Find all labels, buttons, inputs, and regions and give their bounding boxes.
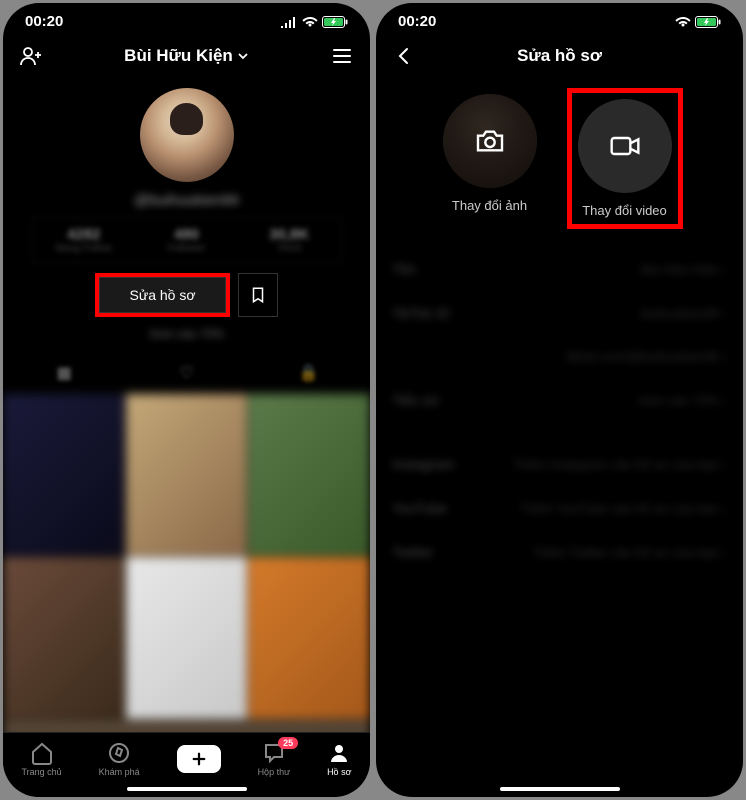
inbox-badge: 25 (278, 737, 298, 749)
status-icons (675, 16, 721, 28)
plus-icon (190, 750, 208, 768)
content-tabs: ▦ ♡ 🔒 (3, 353, 370, 394)
video-thumbnail[interactable] (248, 394, 370, 556)
camera-icon (474, 125, 506, 157)
nav-home[interactable]: Trang chủ (21, 741, 61, 777)
stat-followers[interactable]: 480 Follower (135, 218, 238, 262)
edit-title: Sửa hồ sơ (416, 46, 703, 66)
stat-likes[interactable]: 30,8K Thích (238, 218, 341, 262)
back-icon[interactable] (392, 44, 416, 68)
edit-profile-button[interactable]: Sửa hồ sơ (95, 273, 229, 317)
nav-profile[interactable]: Hồ sơ (327, 741, 351, 777)
add-friend-icon[interactable] (19, 44, 43, 68)
compass-icon (107, 741, 131, 765)
nav-inbox[interactable]: 25 Hộp thư (258, 741, 291, 777)
username: @buihuukien99 (3, 192, 370, 209)
bookmark-button[interactable] (238, 273, 278, 317)
status-time: 00:20 (398, 13, 436, 30)
video-thumbnail[interactable] (126, 394, 248, 556)
avatar[interactable] (140, 88, 234, 182)
stat-following[interactable]: 4282 Đang Follow (33, 218, 136, 262)
setting-tiktok-id[interactable]: TikTok ID buihuukien99 › (392, 291, 727, 335)
status-bar: 00:20 (376, 3, 743, 34)
status-bar: 00:20 (3, 3, 370, 34)
wifi-icon (302, 16, 318, 28)
profile-name-dropdown[interactable]: Bùi Hữu Kiện (124, 46, 249, 66)
bookmark-icon (249, 286, 267, 304)
photo-circle (443, 94, 537, 188)
change-video-label: Thay đổi video (582, 203, 667, 218)
photo-options: Thay đổi ảnh Thay đổi video (376, 94, 743, 223)
video-thumbnail[interactable] (126, 557, 248, 719)
edit-profile-screen: 00:20 Sửa hồ sơ Thay đổi ảnh Thay đổi vi… (376, 3, 743, 797)
setting-twitter[interactable]: Twitter Thêm Twitter vào hồ sơ của bạn › (392, 530, 727, 574)
nav-create[interactable] (177, 745, 221, 773)
setting-youtube[interactable]: YouTube Thêm YouTube vào hồ sơ của bạn › (392, 486, 727, 530)
profile-screen: 00:20 Bùi Hữu Kiện @buihuukien99 4282 Đa… (3, 3, 370, 797)
video-thumbnail[interactable] (248, 557, 370, 719)
profile-header: Bùi Hữu Kiện (3, 34, 370, 78)
settings-list: Tên Bùi Hữu Kiện › TikTok ID buihuukien9… (376, 247, 743, 574)
change-photo-label: Thay đổi ảnh (452, 198, 527, 213)
setting-name[interactable]: Tên Bùi Hữu Kiện › (392, 247, 727, 291)
tab-liked[interactable]: ♡ (125, 353, 247, 393)
video-icon (609, 130, 641, 162)
action-row: Sửa hồ sơ (3, 273, 370, 317)
edit-header: Sửa hồ sơ (376, 34, 743, 78)
video-thumbnail[interactable] (3, 394, 125, 556)
setting-instagram[interactable]: Instagram Thêm Instagram vào hồ sơ của b… (392, 442, 727, 486)
tab-videos[interactable]: ▦ (3, 353, 125, 393)
tab-private[interactable]: 🔒 (248, 353, 370, 393)
battery-icon (695, 16, 721, 28)
change-video-option[interactable]: Thay đổi video (567, 88, 683, 229)
setting-bio[interactable]: Tiểu sử Xem vào 70% › (392, 378, 727, 422)
avatar-section (3, 88, 370, 182)
home-indicator (500, 787, 620, 791)
menu-icon[interactable] (330, 44, 354, 68)
stats-row: 4282 Đang Follow 480 Follower 30,8K Thíc… (32, 217, 342, 263)
change-photo-option[interactable]: Thay đổi ảnh (443, 94, 537, 223)
home-indicator (127, 787, 247, 791)
chevron-down-icon (237, 50, 249, 62)
video-circle (578, 99, 672, 193)
signal-icon (280, 16, 298, 28)
profile-icon (327, 741, 351, 765)
status-time: 00:20 (25, 13, 63, 30)
nav-discover[interactable]: Khám phá (99, 741, 140, 777)
video-thumbnail[interactable] (3, 557, 125, 719)
home-icon (30, 741, 54, 765)
wifi-icon (675, 16, 691, 28)
battery-icon (322, 16, 348, 28)
setting-link[interactable]: tiktok.com/@buihuukien99 › (392, 335, 727, 378)
status-icons (280, 16, 348, 28)
bio: Xem vào 70% (3, 327, 370, 341)
